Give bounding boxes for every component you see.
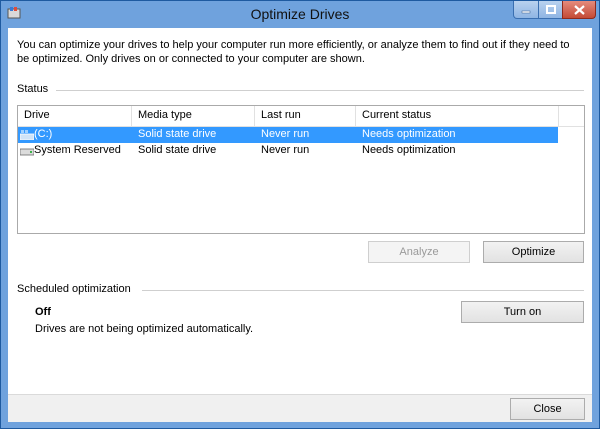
description-text: You can optimize your drives to help you… [17,39,570,65]
optimize-button[interactable]: Optimize [483,241,584,263]
schedule-state: Off [35,306,51,318]
scheduled-optimization-label: Scheduled optimization [17,283,131,295]
status-divider [56,90,584,91]
minimize-button[interactable] [513,1,539,19]
maximize-button[interactable] [538,1,563,19]
column-current-status[interactable]: Current status [356,106,559,126]
footer-bar: Close [8,394,592,422]
optimize-drives-window: Optimize Drives You can optimize your dr… [0,0,600,429]
column-last-run[interactable]: Last run [255,106,356,126]
close-icon [573,4,585,15]
column-media-type[interactable]: Media type [132,106,255,126]
scheduled-divider [142,290,584,291]
drive-current-status: Needs optimization [362,144,456,156]
drive-media-type: Solid state drive [138,128,217,140]
column-drive[interactable]: Drive [18,106,132,126]
schedule-description: Drives are not being optimized automatic… [35,323,254,335]
client-area: You can optimize your drives to help you… [8,28,592,394]
close-button[interactable]: Close [510,398,585,420]
maximize-icon [545,5,556,14]
drive-name: (C:) [34,128,53,140]
drive-last-run: Never run [261,128,310,140]
close-window-button[interactable] [562,1,596,19]
drive-media-type: Solid state drive [138,144,217,156]
drives-list[interactable]: Drive Media type Last run Current status… [17,105,585,234]
drive-current-status: Needs optimization [362,128,456,140]
title-bar[interactable]: Optimize Drives [1,1,599,27]
drive-row-c[interactable]: (C:) Solid state drive Never run Needs o… [18,127,558,143]
minimize-icon [521,10,531,13]
drive-row-system-reserved[interactable]: System Reserved Solid state drive Never … [18,143,558,159]
analyze-button[interactable]: Analyze [368,241,470,263]
drive-name: System Reserved [34,144,121,156]
list-header: Drive Media type Last run Current status [18,106,584,127]
window-title: Optimize Drives [250,6,350,22]
status-label: Status [17,83,49,95]
drive-last-run: Never run [261,144,310,156]
windows-drive-icon [20,130,34,140]
drive-icon [20,148,34,156]
turn-on-button[interactable]: Turn on [461,301,584,323]
